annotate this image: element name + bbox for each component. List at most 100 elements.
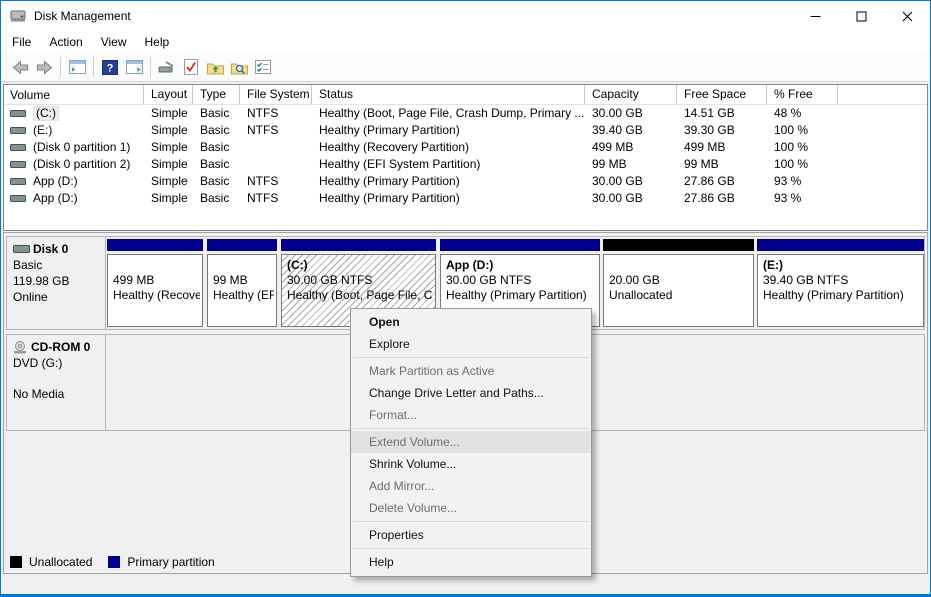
partition-status: Healthy (Primary Partition) xyxy=(446,288,597,303)
partition-box: 20.00 GB Unallocated xyxy=(603,254,754,327)
partition-name: App (D:) xyxy=(446,258,597,273)
cell-layout: Simple xyxy=(144,156,193,173)
partition-status: Healthy (Boot, Page File, Crash Dump, Pr… xyxy=(287,288,433,303)
volume-name: App (D:) xyxy=(33,190,78,207)
menu-item-help[interactable]: Help xyxy=(351,551,591,573)
cell-layout: Simple xyxy=(144,139,193,156)
partition-status: Unallocated xyxy=(609,288,751,303)
svg-text:?: ? xyxy=(107,62,114,74)
cell-volume: App (D:) xyxy=(4,190,144,207)
close-button[interactable] xyxy=(884,1,930,31)
menu-file[interactable]: File xyxy=(3,31,40,53)
cell-free: 14.51 GB xyxy=(677,105,767,122)
menu-item-format: Format... xyxy=(351,404,591,426)
menu-item-explore[interactable]: Explore xyxy=(351,333,591,355)
partition-box: (E:) 39.40 GB NTFS Healthy (Primary Part… xyxy=(757,254,924,327)
cell-status: Healthy (Recovery Partition) xyxy=(312,139,585,156)
partition-name xyxy=(113,258,200,273)
check-document-icon xyxy=(184,59,198,75)
menu-item-change-drive-letter[interactable]: Change Drive Letter and Paths... xyxy=(351,382,591,404)
table-row[interactable]: App (D:) Simple Basic NTFS Healthy (Prim… xyxy=(4,190,927,207)
window-title: Disk Management xyxy=(34,9,131,23)
menu-item-extend-volume: Extend Volume... xyxy=(351,431,591,453)
minimize-button[interactable] xyxy=(792,1,838,31)
col-file-system[interactable]: File System xyxy=(240,85,312,104)
disk-icon xyxy=(13,244,30,254)
forward-arrow-icon xyxy=(36,60,53,75)
partition-color-bar xyxy=(440,239,600,251)
disk0-size: 119.98 GB xyxy=(13,273,105,289)
volume-icon xyxy=(10,177,26,186)
cell-volume: (E:) xyxy=(4,122,144,139)
legend-item-unallocated: Unallocated xyxy=(10,555,92,569)
volume-list: Volume Layout Type File System Status Ca… xyxy=(3,84,928,231)
col-free-space[interactable]: Free Space xyxy=(677,85,767,104)
menu-item-properties[interactable]: Properties xyxy=(351,524,591,546)
cell-pct: 93 % xyxy=(767,190,838,207)
cdrom-label[interactable]: CD-ROM 0 DVD (G:) No Media xyxy=(7,335,106,430)
cell-status: Healthy (Primary Partition) xyxy=(312,173,585,190)
partition-efi[interactable]: 99 MB Healthy (EFI System Partition) xyxy=(207,237,277,329)
menu-item-shrink-volume[interactable]: Shrink Volume... xyxy=(351,453,591,475)
menu-item-open[interactable]: Open xyxy=(351,311,591,333)
menu-separator xyxy=(353,357,589,358)
toolbar: ? xyxy=(1,53,930,82)
volume-icon xyxy=(10,109,26,118)
cell-pct: 100 % xyxy=(767,139,838,156)
col-pct-free[interactable]: % Free xyxy=(767,85,838,104)
cell-pct: 48 % xyxy=(767,105,838,122)
primary-partition-swatch xyxy=(108,556,120,568)
folder-up-button[interactable] xyxy=(203,55,227,79)
context-menu: Open Explore Mark Partition as Active Ch… xyxy=(350,308,592,577)
volume-icon xyxy=(10,194,26,203)
col-layout[interactable]: Layout xyxy=(144,85,193,104)
partition-e[interactable]: (E:) 39.40 GB NTFS Healthy (Primary Part… xyxy=(757,237,924,329)
folder-search-button[interactable] xyxy=(227,55,251,79)
col-type[interactable]: Type xyxy=(193,85,240,104)
back-button[interactable] xyxy=(8,55,32,79)
console-tree-icon xyxy=(69,60,86,74)
col-volume[interactable]: Volume xyxy=(4,85,144,104)
partition-color-bar xyxy=(757,239,924,251)
properties-list-button[interactable] xyxy=(251,55,275,79)
disk0-name: Disk 0 xyxy=(33,241,68,257)
partition-recovery[interactable]: 499 MB Healthy (Recovery Partition) xyxy=(107,237,203,329)
cell-fs: NTFS xyxy=(240,122,312,139)
device-icon xyxy=(158,60,176,75)
cell-layout: Simple xyxy=(144,122,193,139)
close-icon xyxy=(902,11,913,22)
device-tool-button[interactable] xyxy=(155,55,179,79)
unallocated-swatch xyxy=(10,556,22,568)
legend-item-primary: Primary partition xyxy=(108,555,214,569)
menu-view[interactable]: View xyxy=(92,31,136,53)
partition-color-bar xyxy=(207,239,277,251)
partition-status: Healthy (EFI System Partition) xyxy=(213,288,274,303)
table-row[interactable]: (Disk 0 partition 2) Simple Basic Health… xyxy=(4,156,927,173)
maximize-button[interactable] xyxy=(838,1,884,31)
volume-name: (E:) xyxy=(33,122,52,139)
col-capacity[interactable]: Capacity xyxy=(585,85,677,104)
menu-action[interactable]: Action xyxy=(40,31,91,53)
partition-status: Healthy (Recovery Partition) xyxy=(113,288,200,303)
partition-name: (C:) xyxy=(287,258,433,273)
forward-button[interactable] xyxy=(32,55,56,79)
menu-separator xyxy=(353,548,589,549)
cell-capacity: 30.00 GB xyxy=(585,173,677,190)
show-action-pane-button[interactable] xyxy=(122,55,146,79)
table-row[interactable]: App (D:) Simple Basic NTFS Healthy (Prim… xyxy=(4,173,927,190)
col-status[interactable]: Status xyxy=(312,85,585,104)
disk0-label[interactable]: Disk 0 Basic 119.98 GB Online xyxy=(7,237,106,329)
menu-help[interactable]: Help xyxy=(136,31,179,53)
checklist-icon xyxy=(255,60,271,74)
show-console-tree-button[interactable] xyxy=(65,55,89,79)
cdrom-state: No Media xyxy=(13,386,105,402)
table-row[interactable]: (E:) Simple Basic NTFS Healthy (Primary … xyxy=(4,122,927,139)
table-row[interactable]: (Disk 0 partition 1) Simple Basic Health… xyxy=(4,139,927,156)
volume-name: (Disk 0 partition 1) xyxy=(33,139,130,156)
cell-status: Healthy (EFI System Partition) xyxy=(312,156,585,173)
check-disk-button[interactable] xyxy=(179,55,203,79)
help-button[interactable]: ? xyxy=(98,55,122,79)
cdrom-name: CD-ROM 0 xyxy=(31,339,90,355)
partition-unallocated[interactable]: 20.00 GB Unallocated xyxy=(603,237,754,329)
table-row[interactable]: (C:) Simple Basic NTFS Healthy (Boot, Pa… xyxy=(4,105,927,122)
